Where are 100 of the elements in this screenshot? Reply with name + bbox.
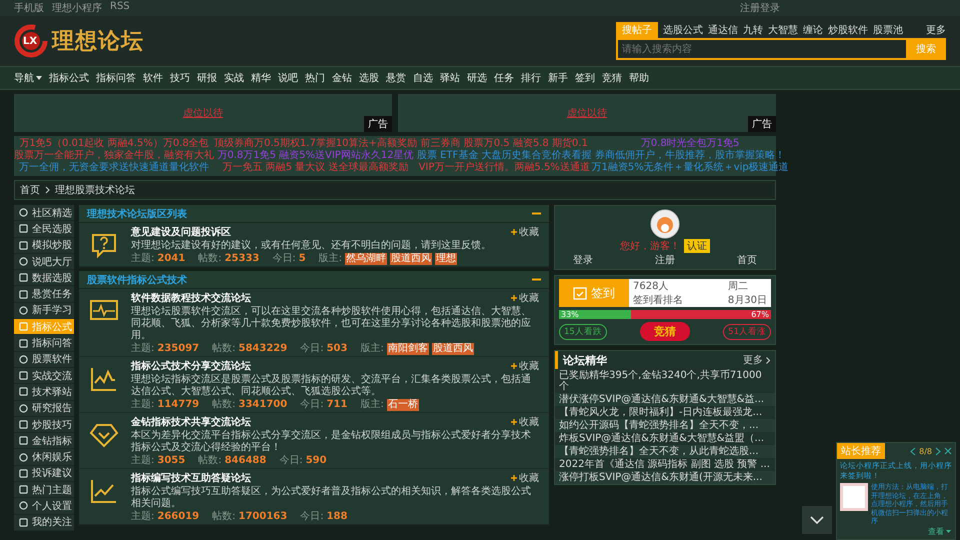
keyword-link[interactable]: 通达信 (708, 23, 738, 37)
favorite-link[interactable]: 收藏 (511, 225, 539, 239)
sidebar-item[interactable]: 金钻指标 (14, 433, 74, 448)
nav-link[interactable]: 选股 (359, 71, 379, 85)
plus-icon (511, 229, 517, 235)
next-icon[interactable] (935, 446, 941, 456)
nav-link[interactable]: 研报 (197, 71, 217, 85)
profile-link[interactable]: 注册 (655, 253, 675, 267)
nav-link[interactable]: 任务 (494, 71, 514, 85)
sidebar-item[interactable]: 我的关注 (14, 514, 74, 530)
digest-item[interactable]: 炸板SVIP@通达信&东财通&大智慧&益盟（... (555, 432, 775, 445)
sidebar-item[interactable]: 说吧大厅 (14, 254, 74, 270)
stat-label: 主题: (131, 511, 154, 523)
more-link[interactable]: 更多 (926, 23, 946, 37)
stat-label: 今日: (272, 253, 296, 265)
sidebar-item[interactable]: 技术驿站 (14, 384, 74, 400)
nav-link[interactable]: 指标问答 (96, 71, 136, 85)
prev-icon[interactable] (910, 446, 916, 456)
sidebar-item[interactable]: 投诉建议 (14, 466, 74, 482)
forum-title[interactable]: 指标公式技术分享交流论坛 (131, 359, 251, 373)
stat-value: 114779 (157, 399, 200, 411)
keyword-link[interactable]: 大智慧 (768, 23, 798, 37)
digest-item[interactable]: 已奖励精华395个,金钻3240个,共享币71000个 (555, 369, 775, 393)
nav-link[interactable]: 排行 (521, 71, 541, 85)
sidebar-item[interactable]: 模拟炒股 (14, 238, 74, 253)
favorite-link[interactable]: 收藏 (511, 415, 539, 429)
keyword-link[interactable]: 选股公式 (663, 23, 703, 37)
sidebar-item[interactable]: 研究报告 (14, 400, 74, 416)
nav-link[interactable]: 研选 (467, 71, 487, 85)
ranking-link[interactable]: 签到看排名 (633, 294, 728, 306)
nav-link[interactable]: 热门 (305, 71, 325, 85)
sidebar-item[interactable]: 热门主题 (14, 482, 74, 498)
moderator-link[interactable]: 理想 (435, 253, 458, 265)
login-link[interactable]: 注册登录 (740, 1, 780, 15)
ad-banner[interactable]: 虚位以待 广告 (398, 94, 776, 132)
close-icon[interactable] (944, 447, 952, 455)
nav-link[interactable]: 驿站 (440, 71, 460, 85)
view-link[interactable]: 查看 (928, 526, 951, 537)
sidebar-item[interactable]: 指标问答 (14, 335, 74, 351)
nav-link[interactable]: 精华 (251, 71, 271, 85)
sidebar-item[interactable]: 股票软件 (14, 352, 74, 367)
search-field[interactable]: 请输入搜索内容 (616, 38, 906, 60)
moderator-link[interactable]: 股道西风 (390, 253, 432, 265)
sidebar-item[interactable]: 炒股技巧 (14, 416, 74, 432)
keyword-link[interactable]: 缠论 (803, 23, 823, 37)
favorite-link[interactable]: 收藏 (511, 471, 539, 485)
nav-link[interactable]: 说吧 (278, 71, 298, 85)
nav-link[interactable]: 竞猜 (602, 71, 622, 85)
nav-link[interactable]: 新手 (548, 71, 568, 85)
moderator-link[interactable]: 南阳剑客 (386, 343, 429, 355)
digest-item[interactable]: 潜伏涨停SVIP@通达信&东财通&大智慧&益... (555, 393, 775, 406)
forum-title[interactable]: 指标编写技术互助答疑论坛 (131, 471, 251, 485)
moderator-link[interactable]: 然乌湖畔 (345, 253, 388, 265)
top-link[interactable]: 理想小程序 (52, 1, 102, 15)
nav-link[interactable]: 金钻 (332, 71, 352, 85)
sidebar-item[interactable]: 数据选股 (14, 270, 74, 286)
profile-link[interactable]: 首页 (737, 253, 757, 267)
sidebar-item[interactable]: 实战交流 (14, 368, 74, 384)
nav-link[interactable]: 软件 (143, 71, 163, 85)
top-link[interactable]: 手机版 (14, 1, 44, 15)
avatar-icon (650, 209, 680, 239)
sidebar-item[interactable]: 新手学习 (14, 302, 74, 318)
breadcrumb-link[interactable]: 理想股票技术论坛 (55, 183, 135, 197)
forum-title[interactable]: 意见建设及问题投诉区 (131, 225, 231, 239)
profile-link[interactable]: 登录 (573, 253, 593, 267)
digest-item[interactable]: 【青蛇风火龙，限时福利】-日内连板最强龙... (555, 406, 775, 419)
sidebar-item[interactable]: 全民选股 (14, 221, 74, 237)
moderator-link[interactable]: 石一桥 (386, 399, 419, 411)
breadcrumb-link[interactable]: 首页 (20, 183, 40, 197)
nav-link[interactable]: 实战 (224, 71, 244, 85)
more-link[interactable]: 更多 (743, 353, 770, 367)
bearish-button[interactable]: 15人看跌 (559, 324, 607, 340)
moderator-link[interactable]: 股道西风 (432, 343, 474, 355)
sidebar-item[interactable]: 休闲娱乐 (14, 449, 74, 465)
nav-menu[interactable]: 导航 (14, 71, 42, 85)
nav-link[interactable]: 悬赏 (386, 71, 406, 85)
top-link[interactable]: RSS (110, 1, 130, 15)
keyword-link[interactable]: 股票池 (873, 23, 903, 37)
favorite-link[interactable]: 收藏 (511, 291, 539, 305)
nav-link[interactable]: 技巧 (170, 71, 190, 85)
nav-link[interactable]: 指标公式 (49, 71, 89, 85)
keyword-link[interactable]: 九转 (743, 23, 763, 37)
scroll-down-button[interactable] (802, 506, 832, 534)
digest-item[interactable]: 【青蛇强势排名】全天不变，从此青蛇选股... (555, 445, 775, 458)
digest-item[interactable]: 如约公开源码【青蛇强势排名】全天不变，... (555, 419, 775, 432)
digest-item[interactable]: 涨停打板SVIP@通达信&东财通(开源无未来... (555, 471, 775, 484)
sidebar-item[interactable]: 个人设置 (14, 498, 74, 514)
nav-link[interactable]: 自选 (413, 71, 433, 85)
stat-label: 主题: (131, 253, 154, 265)
sidebar-item[interactable]: 社区精选 (14, 205, 74, 220)
calendar-check-icon (573, 286, 587, 300)
sidebar-item[interactable]: 悬赏任务 (14, 286, 74, 302)
digest-item[interactable]: 2022年首《通达信 源码指标 副图 选股 预警 ... (555, 458, 775, 471)
favorite-link[interactable]: 收藏 (511, 359, 539, 373)
keyword-link[interactable]: 炒股软件 (828, 23, 868, 37)
forum-title[interactable]: 金钻指标技术共享交流论坛 (131, 415, 251, 429)
nav-link[interactable]: 签到 (575, 71, 595, 85)
nav-link[interactable]: 帮助 (629, 71, 649, 85)
forum-title[interactable]: 软件数据教程技术交流论坛 (131, 291, 251, 305)
ad-banner[interactable]: 虚位以待 广告 (14, 94, 392, 132)
